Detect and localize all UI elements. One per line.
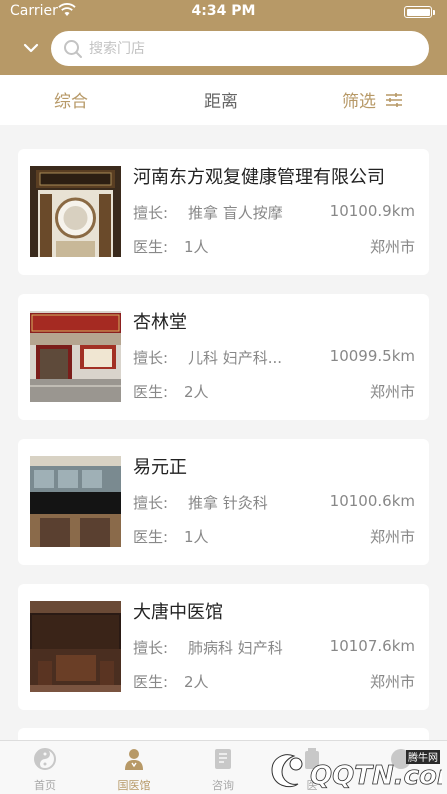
tabbar-label: 咨询	[212, 779, 234, 792]
store-name: 杏林堂	[133, 312, 187, 333]
doctors-count: 1人	[184, 238, 209, 256]
distance: 10100.9km	[329, 202, 415, 220]
header-bar: Carrier 4:34 PM	[0, 0, 447, 75]
doctors-label: 医生:	[133, 673, 169, 691]
store-card[interactable]: 大唐中医馆 擅长: 肺病科 妇产科 10107.6km 医生: 2人 郑州市	[18, 584, 429, 710]
store-name: 大唐中医馆	[133, 602, 223, 623]
doctors-count: 1人	[184, 528, 209, 546]
store-photo	[30, 166, 121, 257]
tabbar-item-home[interactable]: 首页	[0, 741, 90, 794]
doctors-label: 医生:	[133, 238, 169, 256]
tabbar-label: 国医馆	[117, 779, 151, 792]
tab-distance[interactable]: 距离	[204, 87, 238, 112]
distance: 10100.6km	[329, 492, 415, 510]
store-photo	[30, 311, 121, 402]
status-time: 4:34 PM	[191, 3, 256, 19]
skills-label: 擅长:	[133, 494, 169, 512]
doctors-count: 2人	[184, 673, 209, 691]
city: 郑州市	[369, 528, 415, 546]
skills-label: 擅长:	[133, 639, 169, 657]
city: 郑州市	[369, 238, 415, 256]
sort-tabs: 综合 距离 筛选	[0, 75, 447, 125]
doctors-label: 医生:	[133, 383, 169, 401]
filter-icon[interactable]	[385, 92, 403, 108]
skills-value: 推拿 盲人按摩	[188, 204, 283, 222]
tabbar-item-clinic[interactable]: 国医馆	[89, 741, 179, 794]
store-card[interactable]: 河南东方观复健康管理有限公司 擅长: 推拿 盲人按摩 10100.9km 医生:…	[18, 149, 429, 275]
store-photo	[30, 601, 121, 692]
store-name: 河南东方观复健康管理有限公司	[133, 167, 385, 188]
tabbar-label: 首页	[34, 779, 56, 792]
doctors-label: 医生:	[133, 528, 169, 546]
doctors-count: 2人	[184, 383, 209, 401]
skills-label: 擅长:	[133, 204, 169, 222]
document-icon	[215, 749, 231, 769]
distance: 10099.5km	[329, 347, 415, 365]
city: 郑州市	[369, 673, 415, 691]
skills-value: 推拿 针灸科	[188, 494, 268, 512]
city: 郑州市	[369, 383, 415, 401]
store-photo	[30, 456, 121, 547]
qqtn-watermark-logo: QQTN.com 腾牛网	[271, 750, 442, 791]
tabbar-item-consult[interactable]: 咨询	[178, 741, 268, 794]
store-card[interactable]: 易元正 擅长: 推拿 针灸科 10100.6km 医生: 1人 郑州市	[18, 439, 429, 565]
chevron-down-icon[interactable]	[22, 41, 40, 55]
doctor-icon	[125, 749, 143, 770]
store-card[interactable]: 杏林堂 擅长: 儿科 妇产科... 10099.5km 医生: 2人 郑州市	[18, 294, 429, 420]
skills-value: 儿科 妇产科...	[188, 349, 283, 367]
store-name: 易元正	[133, 457, 187, 478]
tab-comprehensive[interactable]: 综合	[54, 87, 88, 112]
search-input[interactable]	[89, 35, 409, 62]
status-bar: Carrier 4:34 PM	[0, 0, 447, 24]
taiji-icon	[34, 748, 56, 770]
distance: 10107.6km	[329, 637, 415, 655]
battery-icon	[404, 6, 432, 18]
search-icon	[64, 40, 82, 58]
skills-label: 擅长:	[133, 349, 169, 367]
svg-text:QQTN.com: QQTN.com	[310, 761, 442, 791]
battery-cap	[433, 10, 435, 15]
search-box[interactable]	[51, 31, 429, 66]
svg-text:腾牛网: 腾牛网	[408, 751, 438, 764]
tab-filter[interactable]: 筛选	[342, 87, 376, 112]
skills-value: 肺病科 妇产科	[188, 639, 283, 657]
